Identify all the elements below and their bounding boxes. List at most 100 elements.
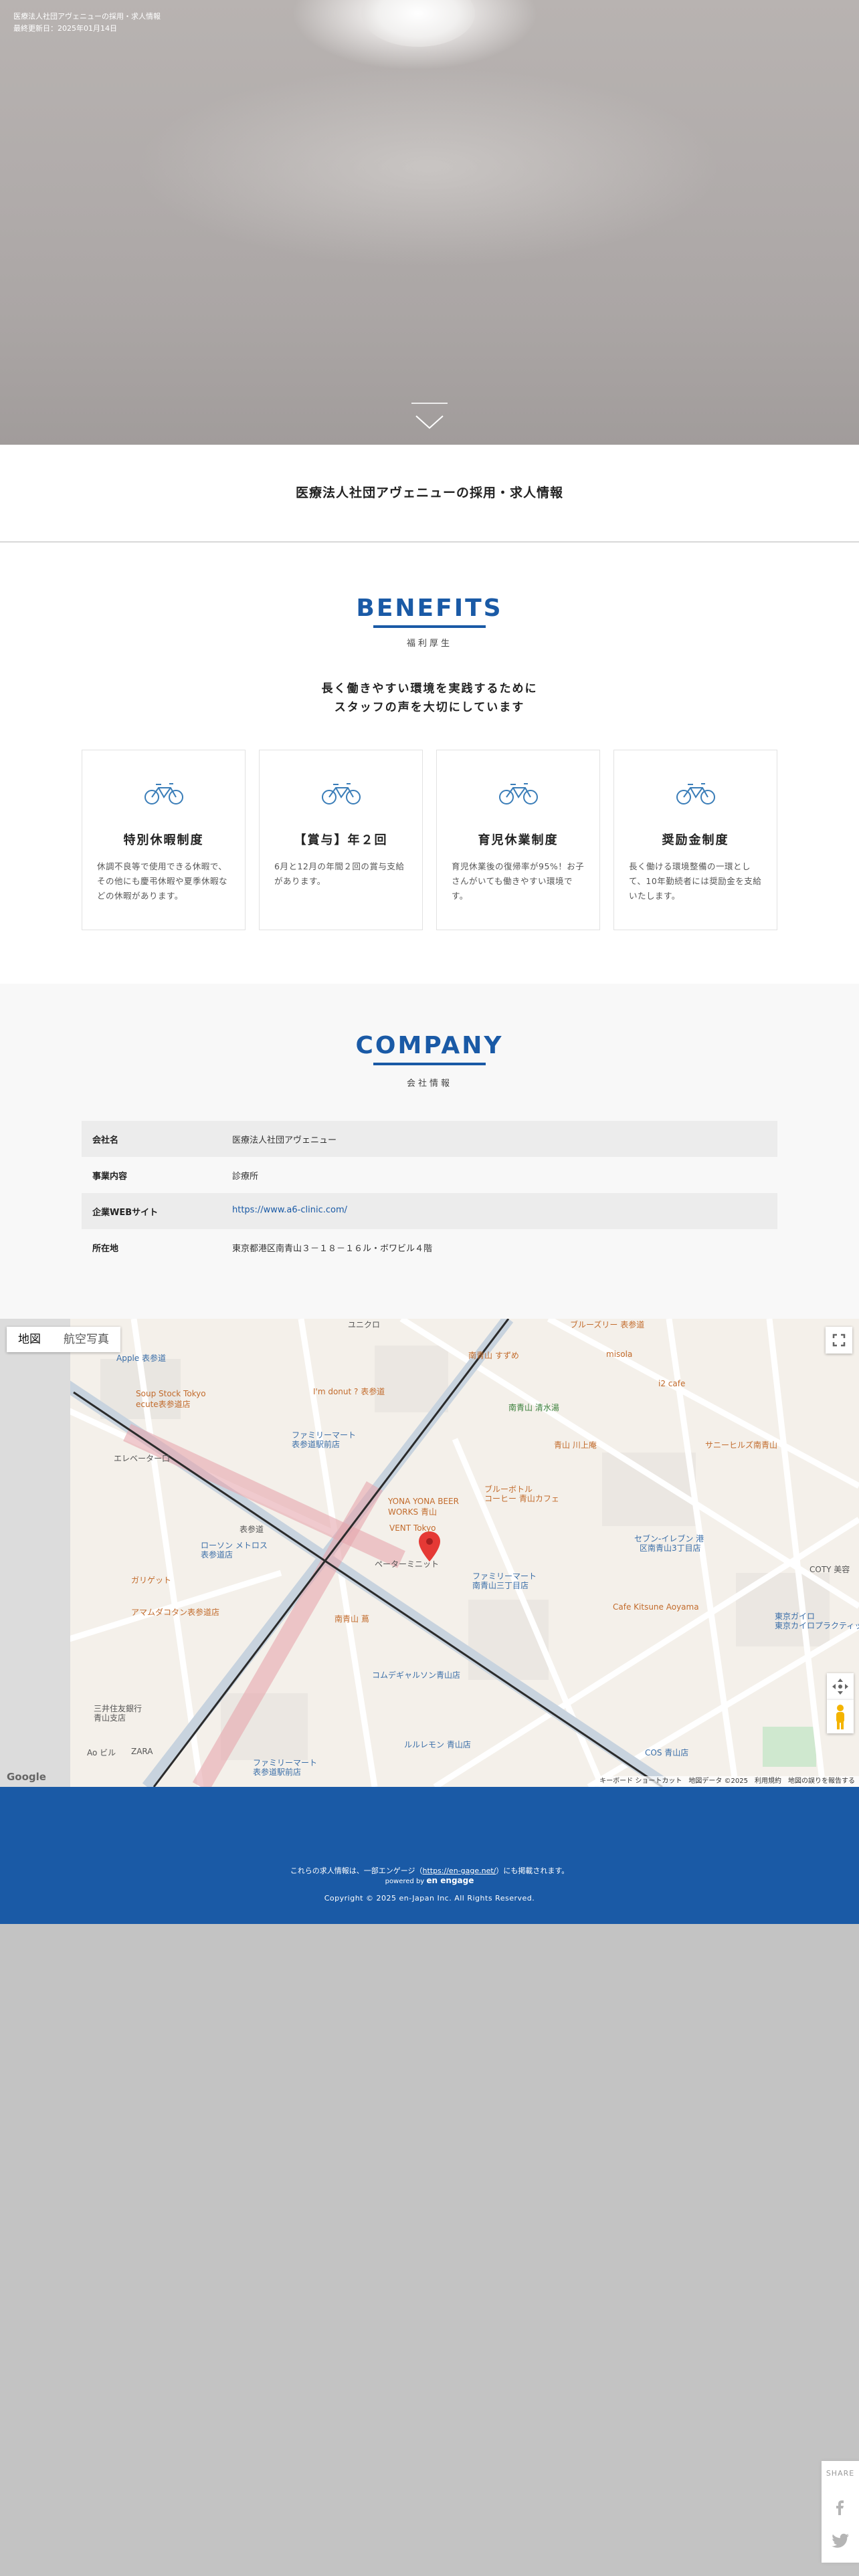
engage-logo: en engage: [426, 1876, 474, 1885]
row-value: 診療所: [232, 1172, 259, 1182]
title-strip: 医療法人社団アヴェニューの採用・求人情報: [0, 445, 859, 542]
camera-control-button[interactable]: [827, 1673, 854, 1700]
benefit-title: 特別休暇制度: [123, 833, 204, 847]
benefit-title: 育児休業制度: [478, 833, 559, 847]
table-row: 事業内容 診療所: [82, 1157, 777, 1193]
engage-link[interactable]: https://en-gage.net/: [423, 1866, 496, 1875]
map-poi-label: ブルーズリー 表参道: [570, 1320, 645, 1329]
tab-map[interactable]: 地図: [7, 1327, 52, 1352]
map-poi-label: WORKS 青山: [388, 1507, 437, 1517]
bicycle-icon: [499, 783, 538, 804]
row-key: 所在地: [92, 1244, 119, 1254]
fullscreen-button[interactable]: [826, 1327, 852, 1354]
map-poi-label: 区南青山3丁目店: [640, 1543, 701, 1553]
google-logo: Google: [7, 1771, 46, 1783]
company-subheading: 会社情報: [406, 1079, 452, 1089]
row-value: 東京都港区南青山３－１８－１６ル・ボワビル４階: [232, 1244, 433, 1254]
map-poi-label: ZARA: [131, 1747, 153, 1756]
map-poi-label: Apple 表参道: [116, 1354, 166, 1363]
company-website-link[interactable]: https://www.a6-clinic.com/: [232, 1205, 347, 1215]
page-title: 医療法人社団アヴェニューの採用・求人情報: [295, 486, 563, 500]
hero-meta: 医療法人社団アヴェニューの採用・求人情報 最終更新日：2025年01月14日: [13, 11, 161, 35]
map-attribution[interactable]: キーボード ショートカット 地図データ ©2025 利用規約 地図の誤りを報告す…: [595, 1776, 859, 1787]
google-map[interactable]: Apple 表参道 Soup Stock Tokyo ecute表参道店 エレベ…: [0, 1319, 859, 1787]
map-poi-label: Cafe Kitsune Aoyama: [613, 1602, 699, 1612]
fullscreen-icon: [832, 1333, 846, 1347]
company-underline: [373, 1063, 486, 1065]
company-info-table: 会社名 医療法人社団アヴェニュー 事業内容 診療所 企業WEBサイト https…: [82, 1121, 777, 1265]
map-poi-label: COTY 美容: [809, 1565, 850, 1574]
map-poi-label: 青山 川上庵: [554, 1440, 597, 1450]
twitter-icon[interactable]: [831, 2533, 850, 2549]
updated-date: 2025年01月14日: [58, 24, 117, 33]
benefits-subheading: 福利厚生: [406, 639, 452, 649]
benefit-text: 長く働ける環境整備の一環として、10年勤続者には奨励金を支給いたします。: [629, 861, 762, 901]
scroll-line: [411, 403, 448, 404]
footer-notice-pre: これらの求人情報は、一部エンゲージ（: [290, 1866, 423, 1875]
hero-updated: 最終更新日：2025年01月14日: [13, 23, 161, 35]
tab-satellite[interactable]: 航空写真: [52, 1327, 120, 1352]
scroll-down-button[interactable]: [411, 403, 448, 436]
table-row: 所在地 東京都港区南青山３－１８－１６ル・ボワビル４階: [82, 1229, 777, 1265]
map-poi-label: 表参道店: [201, 1550, 233, 1560]
map-poi-label: i2 cafe: [658, 1379, 686, 1388]
row-key: 企業WEBサイト: [92, 1208, 159, 1218]
map-poi-label: 青山支店: [94, 1713, 126, 1723]
benefit-card: 奨励金制度 長く働ける環境整備の一環として、10年勤続者には奨励金を支給いたしま…: [613, 750, 777, 930]
chevron-down-icon: [415, 415, 444, 429]
map-poi-label: 表参道駅前店: [253, 1767, 302, 1777]
benefit-card: 育児休業制度 育児休業後の復帰率が95%！お子さんがいても働きやすい環境です。: [436, 750, 600, 930]
benefit-title: 奨励金制度: [662, 833, 729, 847]
map-poi-label: 表参道駅前店: [292, 1440, 341, 1449]
map-poi-label: 南青山 清水湯: [508, 1403, 559, 1412]
pegman-icon: [836, 1705, 844, 1729]
map-poi-label: I'm donut ? 表参道: [313, 1387, 385, 1396]
powered-by: powered by en engage: [0, 1876, 859, 1885]
hero-site-title: 医療法人社団アヴェニューの採用・求人情報: [13, 12, 161, 21]
share-widget: SHARE: [822, 2461, 859, 2563]
benefits-underline: [373, 625, 486, 628]
map-type-tabs: 地図 航空写真: [7, 1327, 120, 1352]
benefit-card: 【賞与】年２回 6月と12月の年間２回の賞与支給があります。: [259, 750, 423, 930]
benefits-section: BENEFITS 福利厚生 長く働きやすい環境を実践するために スタッフの声を大…: [0, 542, 859, 984]
ceiling-lamp: [361, 0, 475, 47]
benefits-lead: 長く働きやすい環境を実践するために スタッフの声を大切にしています: [0, 679, 859, 717]
map-poi-label: ガリゲット: [131, 1576, 172, 1585]
map-poi-label: Soup Stock Tokyo: [136, 1389, 206, 1398]
map-poi-label: 東京カイロプラクティック: [775, 1621, 859, 1630]
map-poi-label: COS 青山店: [645, 1748, 689, 1757]
footer-notice-post: ）にも掲載されます。: [496, 1866, 569, 1875]
row-key: 事業内容: [92, 1172, 128, 1182]
benefit-text: 6月と12月の年間２回の賞与支給があります。: [274, 861, 405, 886]
map-poi-label: エレベーター口: [114, 1454, 171, 1463]
map-poi-label: YONA YONA BEER: [388, 1497, 459, 1506]
updated-label: 最終更新日：: [13, 24, 58, 33]
map-poi-label: アマムダコタン表参道店: [131, 1608, 220, 1617]
map-poi-label: Ao ビル: [87, 1748, 116, 1757]
row-value: 医療法人社団アヴェニュー: [232, 1136, 337, 1146]
map-poi-label: コムデギャルソン青山店: [372, 1671, 461, 1680]
hero-light-glow: [134, 67, 723, 267]
street-view-pegman-button[interactable]: [827, 1700, 854, 1733]
map-poi-label: コーヒー 青山カフェ: [484, 1494, 559, 1503]
map-poi-label: 表参道: [240, 1525, 264, 1534]
facebook-icon[interactable]: [832, 2500, 848, 2516]
move-icon: [832, 1679, 848, 1695]
map-poi-label: 南青山三丁目店: [472, 1581, 529, 1590]
map-poi-label: 南青山 すずめ: [468, 1351, 519, 1360]
map-roads: [0, 1319, 859, 1787]
benefits-heading: BENEFITS: [356, 595, 503, 622]
benefit-card: 特別休暇制度 休調不良等で使用できる休暇で、その他にも慶弔休暇や夏季休暇などの休…: [82, 750, 246, 930]
map-poi-label: ユニクロ: [348, 1320, 381, 1329]
copyright: Copyright © 2025 en-Japan Inc. All Right…: [324, 1894, 535, 1903]
map-poi-label: misola: [606, 1350, 633, 1359]
benefit-text: 育児休業後の復帰率が95%！お子さんがいても働きやすい環境です。: [452, 861, 585, 901]
bicycle-icon: [676, 783, 715, 804]
map-poi-label: サニーヒルズ南青山: [705, 1440, 778, 1450]
map-poi-label: 南青山 蔦: [335, 1614, 369, 1624]
row-key: 会社名: [92, 1136, 119, 1146]
footer-notice: これらの求人情報は、一部エンゲージ（https://en-gage.net/）に…: [0, 1865, 859, 1876]
benefits-lead-line1: 長く働きやすい環境を実践するために: [321, 682, 538, 695]
bicycle-icon: [145, 783, 183, 804]
map-poi-label: ペーターミニット: [375, 1560, 440, 1569]
